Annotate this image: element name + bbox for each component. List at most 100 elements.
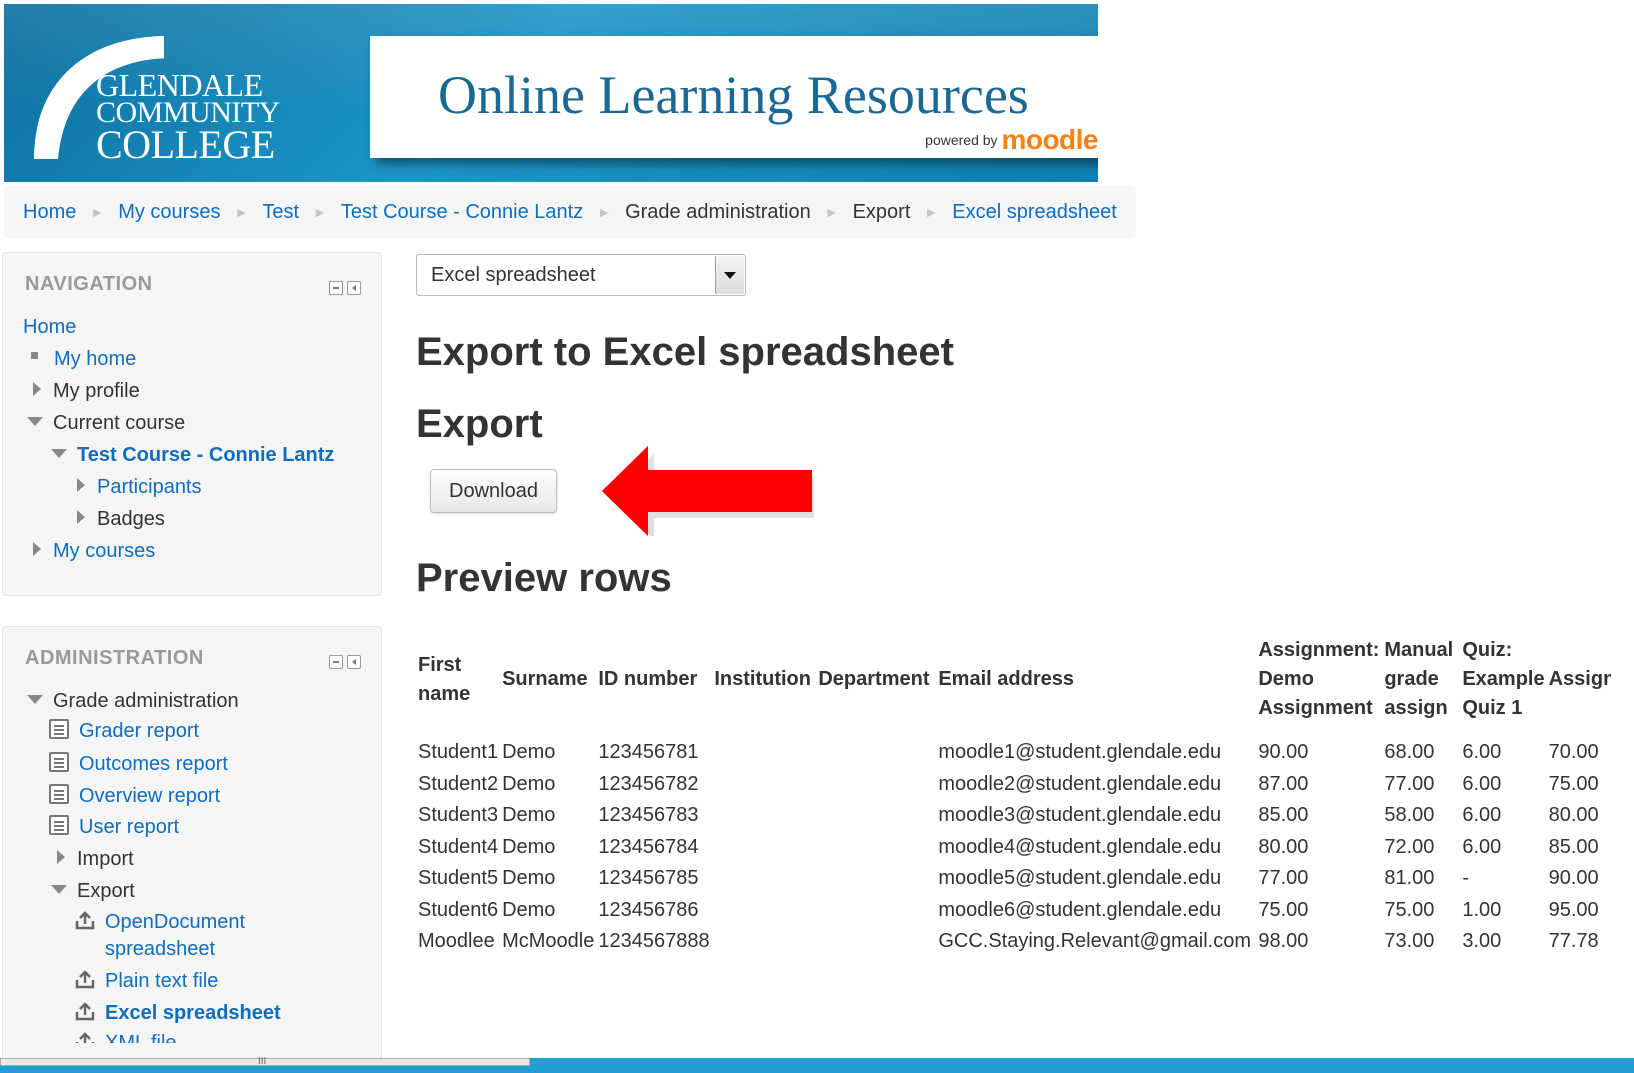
export-format-select[interactable]: Excel spreadsheet [416, 254, 746, 296]
export-format-select-value[interactable]: Excel spreadsheet [431, 264, 596, 287]
bullet-icon [31, 352, 38, 359]
breadcrumb-test[interactable]: Test [262, 201, 299, 224]
nav-current-course[interactable]: Current course [27, 411, 185, 435]
table-row: Student6 Demo 123456786 moodle6@student.… [416, 895, 1611, 927]
expand-arrow-icon[interactable] [77, 478, 85, 492]
download-button[interactable]: Download [430, 469, 557, 513]
table-cell: 72.00 [1384, 835, 1435, 858]
table-cell: 58.00 [1384, 804, 1435, 827]
nav-course-label[interactable]: Test Course - Connie Lantz [77, 444, 334, 466]
admin-import[interactable]: Import [57, 847, 134, 871]
column-header: First name [418, 653, 471, 705]
admin-export-excel[interactable]: Excel spreadsheet [75, 1001, 281, 1025]
admin-grade-administration[interactable]: Grade administration [27, 689, 239, 713]
export-icon [75, 1002, 95, 1021]
nav-participants-label[interactable]: Participants [97, 476, 202, 498]
dock-block-icon[interactable] [347, 655, 361, 669]
breadcrumb: Home ► My courses ► Test ► Test Course -… [4, 186, 1136, 238]
collapse-arrow-icon[interactable] [51, 449, 67, 458]
powered-by-text: powered by [925, 132, 998, 148]
table-cell: Student3 [418, 804, 499, 827]
admin-export-plain-text[interactable]: Plain text file [75, 969, 218, 993]
preview-heading: Preview rows [416, 556, 672, 600]
admin-import-label[interactable]: Import [77, 848, 134, 870]
admin-overview-report[interactable]: Overview report [49, 784, 220, 808]
expand-arrow-icon[interactable] [57, 850, 65, 864]
admin-export-opendocument-line2[interactable]: spreadsheet [105, 937, 215, 961]
table-cell [712, 737, 816, 769]
admin-outcomes-report-label[interactable]: Outcomes report [79, 753, 228, 775]
table-cell: 85.00 [1258, 804, 1309, 827]
nav-my-courses[interactable]: My courses [33, 539, 155, 563]
admin-plain-text-label[interactable]: Plain text file [105, 970, 218, 992]
breadcrumb-excel-spreadsheet[interactable]: Excel spreadsheet [952, 201, 1117, 224]
table-cell: Demo [502, 898, 556, 921]
column-header: Manual grade assign [1384, 639, 1454, 719]
dock-block-icon[interactable] [347, 281, 361, 295]
admin-opendocument-line2[interactable]: spreadsheet [105, 938, 215, 960]
table-cell: 73.00 [1384, 930, 1435, 953]
breadcrumb-separator: ► [234, 204, 249, 220]
admin-excel-label[interactable]: Excel spreadsheet [105, 1002, 281, 1024]
table-cell: 77.00 [1384, 772, 1435, 795]
admin-grade-administration-label[interactable]: Grade administration [53, 690, 239, 712]
nav-badges[interactable]: Badges [77, 507, 165, 531]
collapse-arrow-icon[interactable] [51, 885, 67, 894]
nav-my-profile[interactable]: My profile [33, 379, 140, 403]
admin-export-xml-partial[interactable]: XML file [75, 1031, 177, 1043]
nav-course[interactable]: Test Course - Connie Lantz [51, 443, 334, 467]
chevron-down-icon[interactable] [715, 256, 744, 294]
admin-export-opendocument[interactable]: OpenDocument [75, 910, 245, 934]
admin-grader-report-label[interactable]: Grader report [79, 720, 199, 742]
table-cell: moodle6@student.glendale.edu [938, 898, 1222, 921]
table-cell [816, 863, 936, 895]
admin-user-report-label[interactable]: User report [79, 816, 179, 838]
breadcrumb-home[interactable]: Home [23, 201, 76, 224]
nav-my-home[interactable]: My home [31, 347, 136, 371]
nav-my-home-label[interactable]: My home [54, 348, 136, 370]
export-heading: Export [416, 402, 543, 446]
admin-export-label[interactable]: Export [77, 880, 135, 902]
table-cell [816, 926, 936, 958]
expand-arrow-icon[interactable] [33, 382, 41, 396]
navigation-block-title: NAVIGATION [25, 273, 153, 295]
breadcrumb-my-courses[interactable]: My courses [118, 201, 220, 224]
column-header: Institution [714, 668, 811, 690]
nav-badges-label[interactable]: Badges [97, 508, 165, 530]
table-row: Student4 Demo 123456784 moodle4@student.… [416, 832, 1611, 864]
expand-arrow-icon[interactable] [77, 510, 85, 524]
scrollbar-grip-icon[interactable]: III [258, 1057, 266, 1067]
nav-my-profile-label[interactable]: My profile [53, 380, 140, 402]
column-header: Email address [938, 668, 1074, 690]
collapse-block-icon[interactable] [329, 281, 343, 295]
admin-outcomes-report[interactable]: Outcomes report [49, 752, 228, 776]
breadcrumb-separator: ► [824, 204, 839, 220]
admin-overview-report-label[interactable]: Overview report [79, 785, 220, 807]
collapse-arrow-icon[interactable] [27, 417, 43, 426]
table-cell: 85.00 [1548, 835, 1599, 858]
table-cell: 6.00 [1462, 772, 1502, 795]
nav-participants[interactable]: Participants [77, 475, 202, 499]
column-header: Quiz: Example Quiz 1 [1462, 639, 1545, 719]
nav-home[interactable]: Home [23, 315, 76, 339]
admin-opendocument-line1[interactable]: OpenDocument [105, 911, 245, 933]
table-cell: 77.78 [1548, 930, 1599, 953]
collapse-arrow-icon[interactable] [27, 695, 43, 704]
admin-export[interactable]: Export [51, 879, 135, 903]
column-header: Department [818, 668, 930, 690]
table-cell: GCC.Staying.Relevant@gmail.com [938, 930, 1251, 953]
table-cell [712, 769, 816, 801]
nav-home-label[interactable]: Home [23, 316, 76, 338]
site-title-card: Online Learning Resources powered by moo… [370, 36, 1098, 158]
table-cell: 68.00 [1384, 741, 1435, 764]
admin-user-report[interactable]: User report [49, 815, 179, 839]
nav-current-course-label[interactable]: Current course [53, 412, 185, 434]
admin-grader-report[interactable]: Grader report [49, 719, 199, 743]
college-logo-text: GLENDALE COMMUNITY COLLEGE [96, 69, 280, 165]
nav-my-courses-label[interactable]: My courses [53, 540, 155, 562]
admin-xml-label[interactable]: XML file [105, 1032, 177, 1043]
collapse-block-icon[interactable] [329, 655, 343, 669]
breadcrumb-separator: ► [313, 204, 327, 220]
expand-arrow-icon[interactable] [33, 542, 41, 556]
breadcrumb-course[interactable]: Test Course - Connie Lantz [341, 201, 583, 224]
